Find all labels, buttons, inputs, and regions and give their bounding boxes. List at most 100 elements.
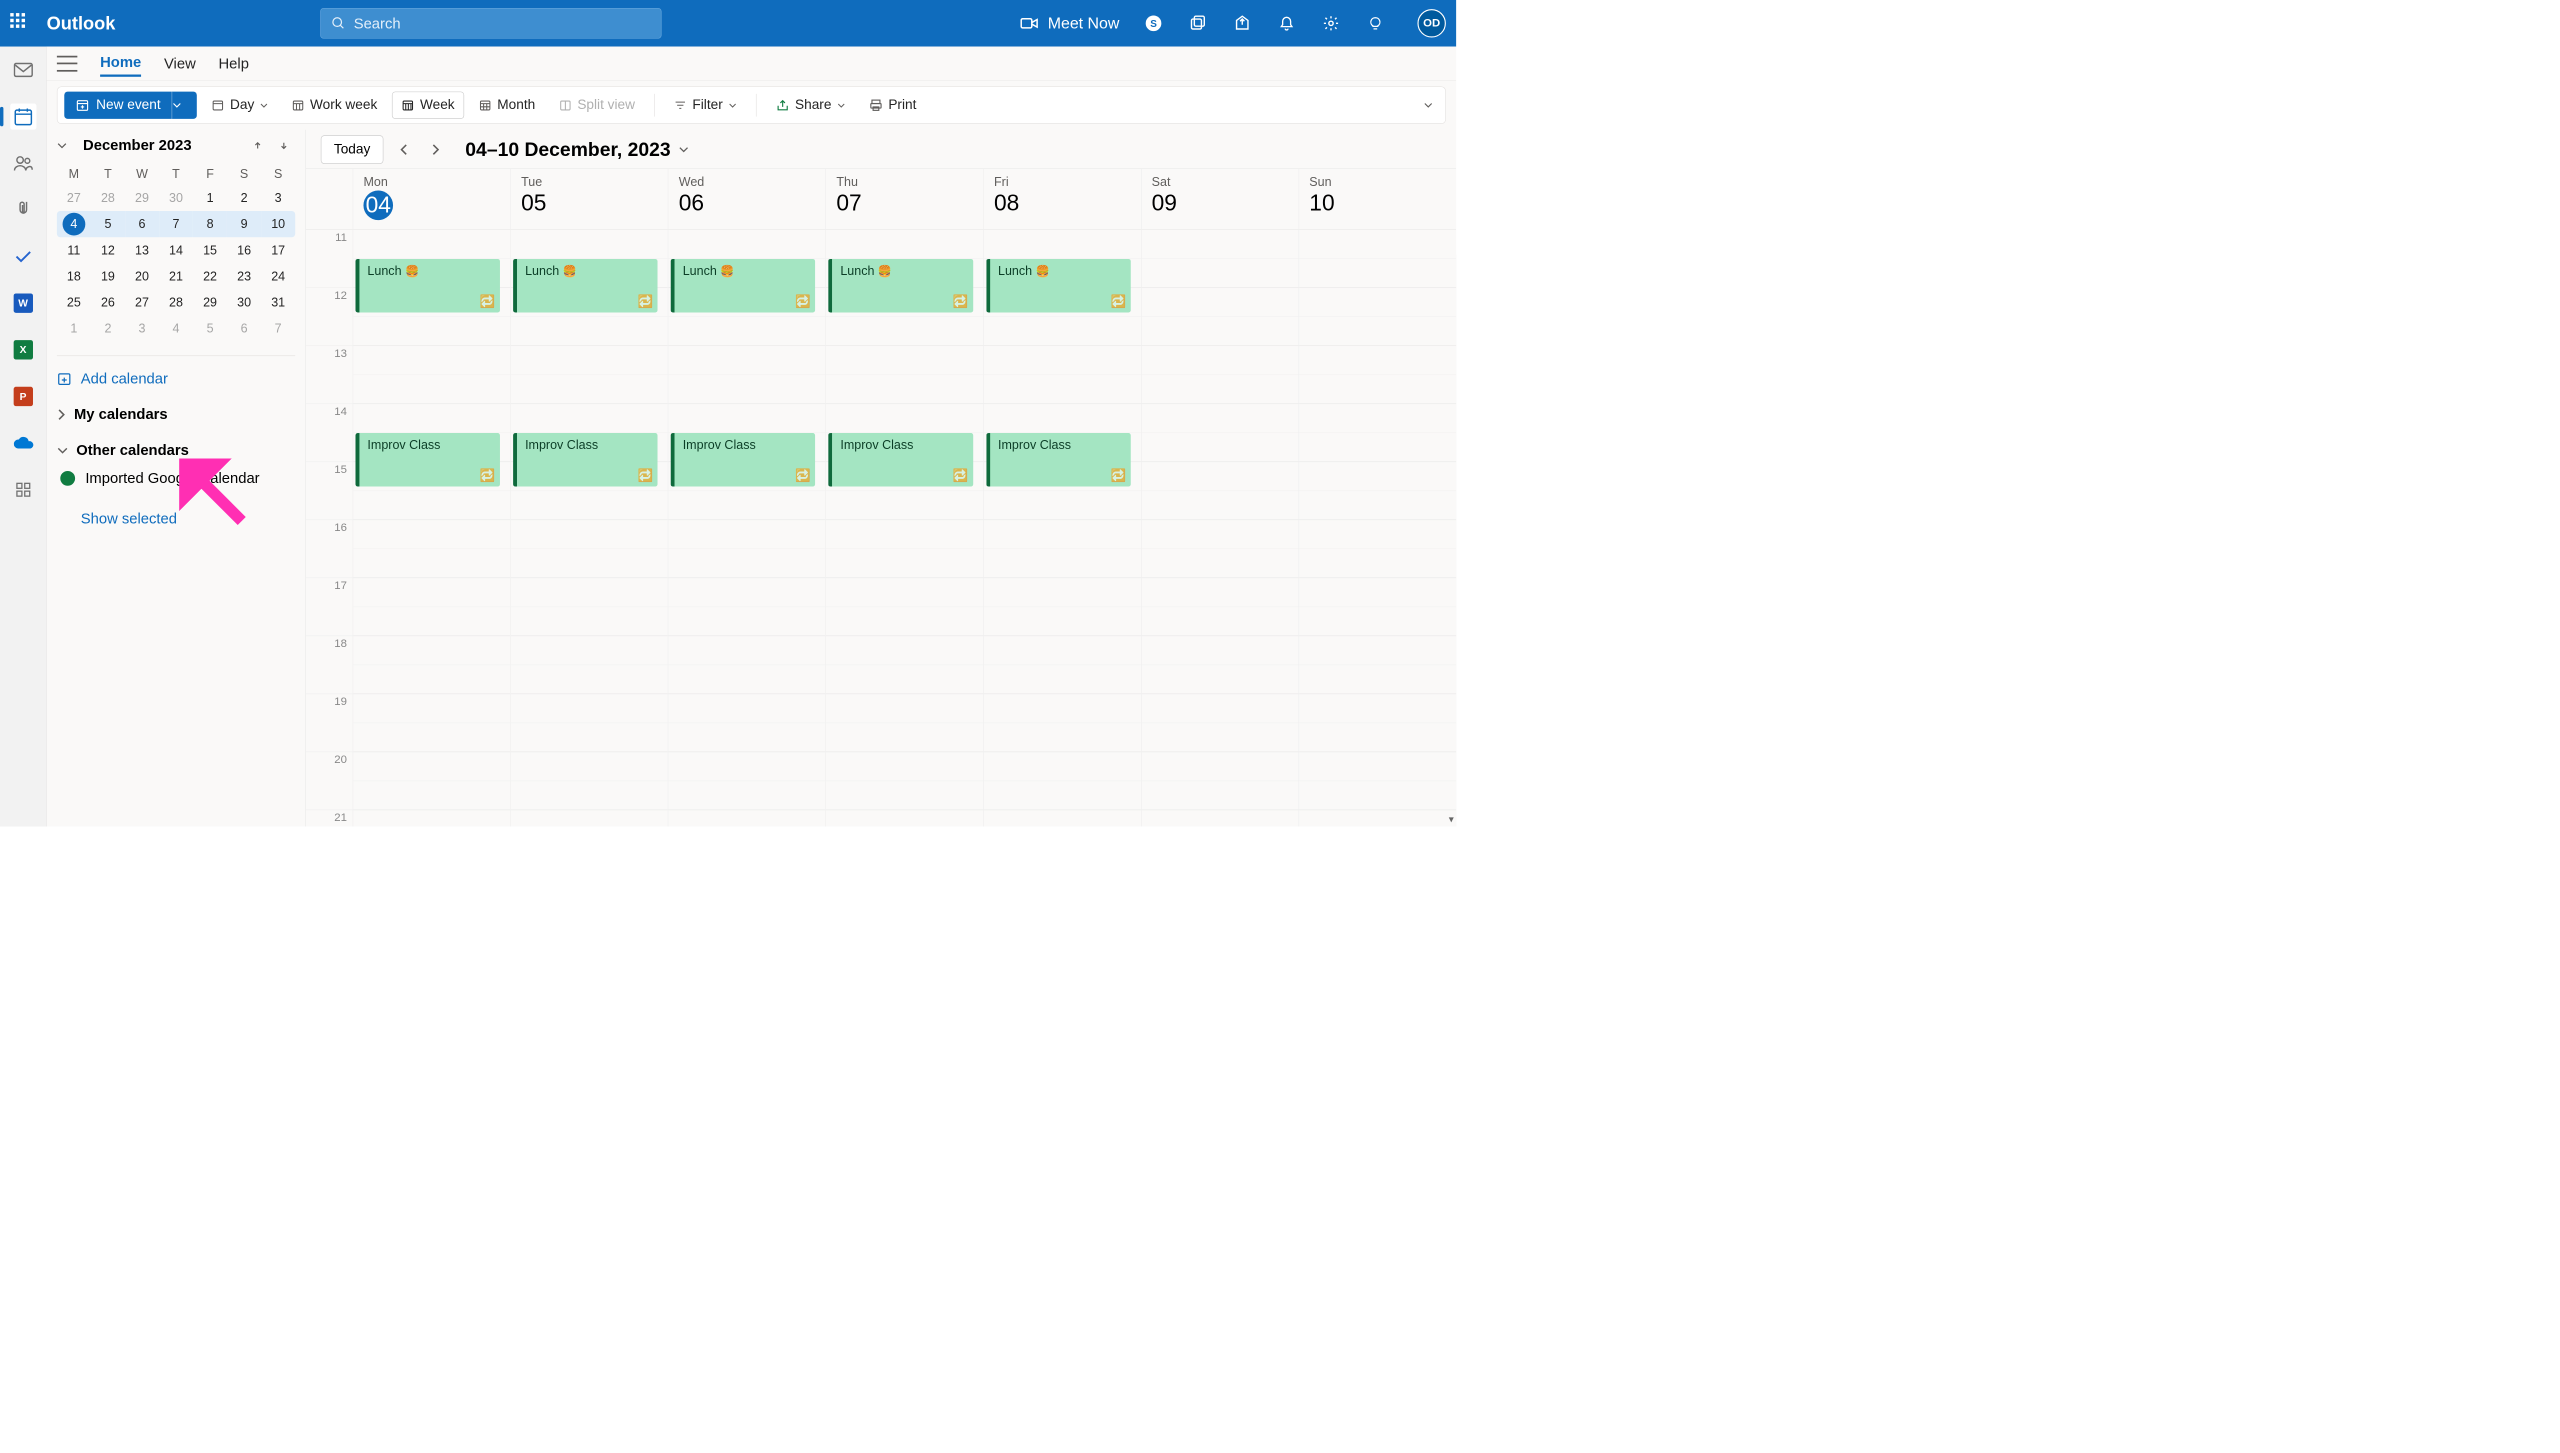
mini-day[interactable]: 4 — [57, 211, 91, 237]
mini-day[interactable]: 5 — [193, 316, 227, 342]
week-view-button[interactable]: Week — [392, 92, 464, 119]
mini-day[interactable]: 11 — [57, 237, 91, 263]
app-launcher-icon[interactable] — [10, 13, 30, 33]
mini-day[interactable]: 20 — [125, 263, 159, 289]
mini-prev-icon[interactable] — [253, 141, 269, 150]
mini-day[interactable]: 29 — [125, 185, 159, 211]
today-button[interactable]: Today — [321, 135, 384, 163]
mini-day[interactable]: 9 — [227, 211, 261, 237]
day-header[interactable]: Tue05 — [510, 169, 668, 229]
mini-day[interactable]: 3 — [125, 316, 159, 342]
rail-calendar-icon[interactable] — [10, 104, 36, 130]
teams-icon[interactable] — [1188, 13, 1208, 33]
mini-day[interactable]: 22 — [193, 263, 227, 289]
rail-word-icon[interactable]: W — [10, 290, 36, 316]
bell-icon[interactable] — [1276, 13, 1296, 33]
tab-view[interactable]: View — [164, 51, 196, 75]
add-calendar-button[interactable]: Add calendar — [57, 370, 295, 388]
new-event-button[interactable]: New event — [64, 92, 172, 119]
mini-day[interactable]: 6 — [125, 211, 159, 237]
split-view-button[interactable]: Split view — [550, 92, 644, 119]
filter-button[interactable]: Filter — [665, 92, 745, 119]
date-range-label[interactable]: 04–10 December, 2023 — [465, 139, 689, 161]
rail-powerpoint-icon[interactable]: P — [10, 383, 36, 409]
rail-onedrive-icon[interactable] — [10, 430, 36, 456]
mini-day[interactable]: 31 — [261, 290, 295, 316]
rail-more-apps-icon[interactable] — [10, 477, 36, 503]
day-column[interactable]: Lunch 🍔🔁 Improv Class🔁 — [983, 230, 1141, 827]
tab-help[interactable]: Help — [218, 51, 248, 75]
mini-collapse-icon[interactable] — [57, 142, 73, 149]
mini-day[interactable]: 26 — [91, 290, 125, 316]
mini-day[interactable]: 1 — [193, 185, 227, 211]
search-input[interactable] — [354, 15, 651, 33]
mini-day[interactable]: 17 — [261, 237, 295, 263]
mini-calendar[interactable]: MTWTFSS 27282930123456789101112131415161… — [57, 163, 295, 342]
mini-day[interactable]: 29 — [193, 290, 227, 316]
day-header[interactable]: Wed06 — [668, 169, 826, 229]
day-column[interactable] — [1141, 230, 1299, 827]
mini-day[interactable]: 27 — [57, 185, 91, 211]
day-view-button[interactable]: Day — [203, 92, 277, 119]
mini-day[interactable]: 21 — [159, 263, 193, 289]
day-column[interactable]: Lunch 🍔🔁Improv Class🔁 — [353, 230, 511, 827]
search-box[interactable] — [320, 8, 661, 39]
other-calendars-group[interactable]: Other calendars — [57, 441, 295, 459]
day-header[interactable]: Fri08 — [983, 169, 1141, 229]
rail-todo-icon[interactable] — [10, 243, 36, 269]
day-header[interactable]: Sat09 — [1141, 169, 1299, 229]
day-column[interactable] — [1298, 230, 1456, 827]
event-improv[interactable]: Improv Class🔁 — [986, 433, 1131, 486]
calendar-item-imported[interactable]: Imported Google Calendar — [60, 469, 295, 487]
mini-day[interactable]: 18 — [57, 263, 91, 289]
event-lunch[interactable]: Lunch 🍔🔁 — [355, 259, 500, 312]
mini-day[interactable]: 13 — [125, 237, 159, 263]
rail-mail-icon[interactable] — [10, 57, 36, 83]
my-calendars-group[interactable]: My calendars — [57, 406, 295, 424]
mini-day[interactable]: 10 — [261, 211, 295, 237]
mini-day[interactable]: 28 — [91, 185, 125, 211]
mini-next-icon[interactable] — [279, 141, 295, 150]
mini-day[interactable]: 12 — [91, 237, 125, 263]
share-button[interactable]: Share — [767, 92, 855, 119]
mini-day[interactable]: 24 — [261, 263, 295, 289]
outbox-icon[interactable] — [1232, 13, 1252, 33]
rail-people-icon[interactable] — [10, 150, 36, 176]
day-header[interactable]: Mon04 — [353, 169, 511, 229]
next-week-button[interactable] — [424, 138, 447, 161]
print-button[interactable]: Print — [860, 92, 926, 119]
show-selected-link[interactable]: Show selected — [81, 510, 295, 528]
rail-files-icon[interactable] — [10, 197, 36, 223]
event-lunch[interactable]: Lunch 🍔🔁 — [671, 259, 816, 312]
work-week-view-button[interactable]: Work week — [283, 92, 387, 119]
prev-week-button[interactable] — [392, 138, 415, 161]
rail-excel-icon[interactable]: X — [10, 337, 36, 363]
mini-day[interactable]: 5 — [91, 211, 125, 237]
time-grid[interactable]: 1112131415161718192021Lunch 🍔🔁Improv Cla… — [306, 230, 1456, 827]
day-header[interactable]: Thu07 — [826, 169, 984, 229]
day-column[interactable]: Lunch 🍔🔁Improv Class🔁 — [668, 230, 826, 827]
skype-icon[interactable]: S — [1143, 13, 1163, 33]
day-header[interactable]: Sun10 — [1298, 169, 1456, 229]
mini-day[interactable]: 23 — [227, 263, 261, 289]
mini-day[interactable]: 27 — [125, 290, 159, 316]
meet-now-button[interactable]: Meet Now — [1020, 14, 1119, 32]
tips-icon[interactable] — [1365, 13, 1385, 33]
event-lunch[interactable]: Lunch 🍔🔁 — [986, 259, 1131, 312]
mini-day[interactable]: 2 — [227, 185, 261, 211]
mini-day[interactable]: 15 — [193, 237, 227, 263]
mini-day[interactable]: 1 — [57, 316, 91, 342]
day-column[interactable]: Lunch 🍔🔁Improv Class🔁 — [826, 230, 984, 827]
event-improv[interactable]: Improv Class🔁 — [513, 433, 658, 486]
tab-home[interactable]: Home — [100, 50, 141, 77]
event-lunch[interactable]: Lunch 🍔🔁 — [513, 259, 658, 312]
scroll-down-indicator[interactable]: ▾ — [1449, 813, 1454, 825]
mini-day[interactable]: 2 — [91, 316, 125, 342]
month-view-button[interactable]: Month — [470, 92, 544, 119]
mini-day[interactable]: 19 — [91, 263, 125, 289]
event-lunch[interactable]: Lunch 🍔🔁 — [828, 259, 973, 312]
mini-day[interactable]: 30 — [227, 290, 261, 316]
ribbon-expand-icon[interactable] — [1424, 102, 1433, 108]
settings-icon[interactable] — [1321, 13, 1341, 33]
mini-day[interactable]: 8 — [193, 211, 227, 237]
